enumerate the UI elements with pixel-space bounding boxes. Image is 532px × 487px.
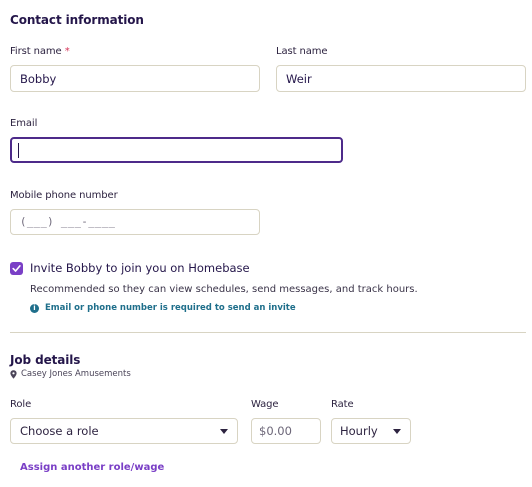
job-location: Casey Jones Amusements — [10, 369, 131, 379]
first-name-field[interactable]: Bobby — [10, 65, 260, 92]
invite-helper-text: Recommended so they can view schedules, … — [30, 284, 418, 295]
rate-select-value: Hourly — [340, 424, 378, 438]
email-field[interactable] — [10, 137, 343, 163]
role-select-value: Choose a role — [20, 424, 99, 438]
map-pin-icon — [10, 369, 17, 379]
email-label: Email — [10, 118, 38, 129]
last-name-label: Last name — [276, 46, 328, 57]
wage-placeholder: $0.00 — [259, 424, 292, 438]
first-name-label-text: First name — [10, 46, 62, 57]
info-icon: i — [30, 303, 39, 313]
first-name-value: Bobby — [20, 71, 57, 86]
section-divider — [10, 332, 526, 333]
wage-label: Wage — [251, 399, 279, 410]
assign-another-role-link[interactable]: Assign another role/wage — [20, 462, 164, 473]
text-cursor — [18, 142, 19, 158]
rate-select[interactable]: Hourly — [331, 418, 411, 444]
phone-field[interactable]: (___) ___-____ — [10, 209, 260, 235]
checkmark-icon — [12, 265, 21, 272]
contact-section-title: Contact information — [10, 13, 144, 27]
job-section-title: Job details — [10, 353, 81, 367]
last-name-field[interactable]: Weir — [276, 65, 526, 92]
phone-label: Mobile phone number — [10, 190, 118, 201]
job-location-text: Casey Jones Amusements — [21, 369, 131, 379]
phone-placeholder: (___) ___-____ — [20, 216, 116, 228]
rate-label: Rate — [331, 399, 354, 410]
required-mark: * — [64, 46, 70, 57]
invite-info-text: Email or phone number is required to sen… — [45, 303, 296, 313]
invite-label[interactable]: Invite Bobby to join you on Homebase — [30, 261, 250, 275]
chevron-down-icon — [220, 428, 228, 434]
invite-checkbox[interactable] — [10, 262, 23, 275]
role-select[interactable]: Choose a role — [10, 418, 238, 444]
wage-field[interactable]: $0.00 — [251, 418, 321, 444]
last-name-value: Weir — [286, 71, 312, 86]
first-name-label: First name * — [10, 46, 70, 57]
chevron-down-icon — [393, 428, 401, 434]
invite-info: i Email or phone number is required to s… — [30, 303, 296, 313]
role-label: Role — [10, 399, 32, 410]
